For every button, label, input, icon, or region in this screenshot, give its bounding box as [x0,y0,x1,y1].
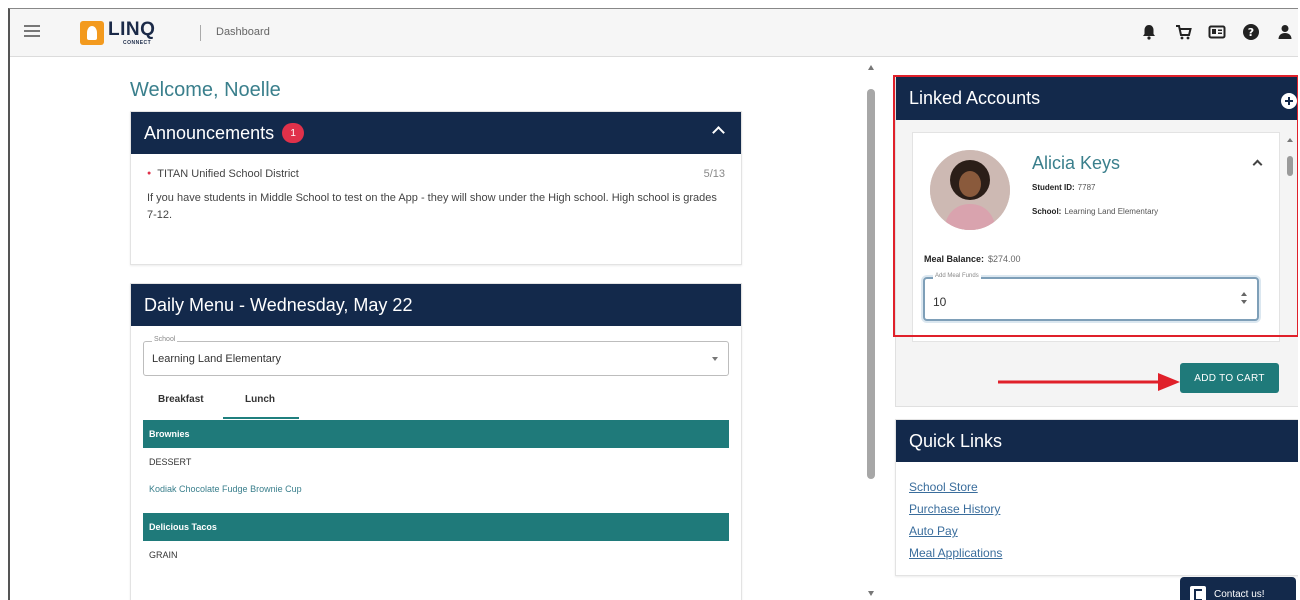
meal-balance: Meal Balance: $274.00 [924,254,1021,264]
scroll-thumb[interactable] [1287,156,1293,176]
meal-tabs: Breakfast Lunch [143,384,729,420]
linq-logo-icon [80,21,104,45]
tab-lunch[interactable]: Lunch [245,394,275,405]
scroll-up-arrow-icon[interactable] [868,65,874,70]
menu-category: GRAIN [149,550,178,560]
scroll-thumb[interactable] [867,89,875,479]
quick-link-school-store[interactable]: School Store [909,476,1286,498]
breadcrumb-separator [200,25,201,41]
announcements-title: Announcements [144,122,275,143]
main-scrollbar[interactable] [865,61,877,600]
student-id-line: Student ID: 7787 [1032,183,1096,192]
daily-menu-card: Daily Menu - Wednesday, May 22 School Le… [130,283,742,600]
scroll-up-arrow-icon[interactable] [1287,138,1293,142]
announcement-body: TITAN Unified School District 5/13 If yo… [131,154,741,238]
contact-icon [1190,586,1206,600]
linked-accounts-header: Linked Accounts [896,76,1298,120]
school-select[interactable]: School Learning Land Elementary [143,336,729,376]
welcome-heading: Welcome, Noelle [130,79,281,101]
meal-funds-value: 10 [933,295,947,309]
id-card-icon[interactable] [1208,23,1226,41]
user-icon[interactable] [1276,23,1294,41]
logo-text: LINQ [108,19,156,40]
cart-icon[interactable] [1174,23,1192,41]
student-name: Alicia Keys [1032,153,1121,173]
add-account-plus-icon[interactable] [1281,93,1297,109]
announcement-source: TITAN Unified School District [147,168,299,180]
stepper-arrows-icon[interactable] [1241,292,1247,306]
student-school-line: School: Learning Land Elementary [1032,207,1159,216]
contact-us-button[interactable]: Contact us! [1180,577,1296,600]
add-to-cart-button[interactable]: ADD TO CART [1180,363,1279,393]
menu-category: DESSERT [149,457,192,467]
announcements-card: Announcements 1 TITAN Unified School Dis… [130,111,742,265]
quick-link-purchase-history[interactable]: Purchase History [909,498,1286,520]
announcements-header[interactable]: Announcements 1 [131,112,741,154]
menu-section-header: Delicious Tacos [143,513,729,541]
daily-menu-title: Daily Menu - Wednesday, May 22 [144,294,413,315]
school-select-value: Learning Land Elementary [152,353,282,365]
menu-icon[interactable] [24,25,40,39]
quick-links-header: Quick Links [896,420,1298,462]
help-icon[interactable]: ? [1242,23,1260,41]
tab-breakfast[interactable]: Breakfast [158,394,204,405]
breadcrumb: Dashboard [216,26,270,38]
collapse-chevron-icon[interactable] [1252,159,1263,170]
meal-funds-label: Add Meal Funds [933,273,981,279]
school-select-label: School [152,336,178,343]
quick-links-card: Quick Links School Store Purchase Histor… [895,419,1298,576]
bell-icon[interactable] [1140,23,1158,41]
student-card: Alicia Keys Student ID: 7787 School: Learn… [912,132,1280,342]
dropdown-caret-icon [712,357,718,361]
announcement-date: 5/13 [703,168,725,180]
contact-us-label: Contact us! [1214,588,1265,600]
announcement-count-badge: 1 [282,123,305,143]
scroll-down-arrow-icon[interactable] [868,591,874,596]
quick-link-auto-pay[interactable]: Auto Pay [909,520,1286,542]
quick-links-list: School Store Purchase History Auto Pay M… [896,462,1298,578]
menu-item-link[interactable]: Kodiak Chocolate Fudge Brownie Cup [149,484,723,494]
top-bar: LINQ CONNECT Dashboard ? [10,9,1298,57]
header-actions: ? [1140,23,1294,41]
logo-subtext: CONNECT [123,40,152,46]
meal-funds-input[interactable]: Add Meal Funds 10 [923,273,1259,321]
svg-text:?: ? [1248,26,1254,39]
linked-accounts-panel: Linked Accounts Alicia Keys Student ID: 7… [895,75,1298,407]
student-avatar [930,150,1010,230]
daily-menu-header: Daily Menu - Wednesday, May 22 [131,284,741,326]
collapse-chevron-icon[interactable] [712,126,725,139]
student-list-scrollbar[interactable] [1286,136,1294,336]
quick-links-title: Quick Links [909,430,1003,451]
active-tab-indicator [223,417,299,419]
app-window: LINQ CONNECT Dashboard ? Welcome, Noelle… [8,8,1298,600]
announcement-message: If you have students in Middle School to… [147,192,717,221]
quick-link-meal-applications[interactable]: Meal Applications [909,542,1286,564]
menu-section-header: Brownies [143,420,729,448]
linked-accounts-title: Linked Accounts [909,87,1041,108]
